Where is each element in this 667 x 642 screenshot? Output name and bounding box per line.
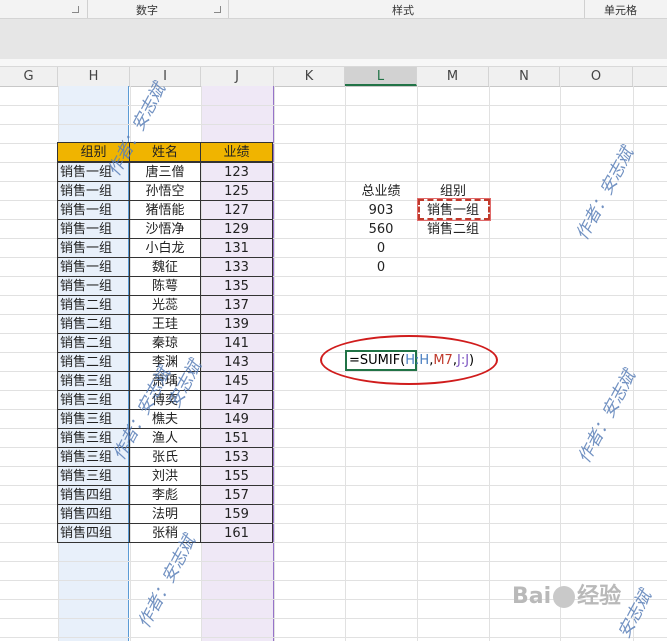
column-gridline bbox=[560, 86, 561, 641]
cell-score[interactable]: 141 bbox=[200, 333, 273, 353]
column-header-i[interactable]: I bbox=[130, 67, 201, 86]
jingyan-logo-text: 经验 bbox=[577, 584, 622, 609]
cell-name[interactable]: 沙悟净 bbox=[129, 219, 201, 239]
row-gridline bbox=[0, 105, 667, 106]
cell-score[interactable]: 129 bbox=[200, 219, 273, 239]
cell-group[interactable]: 销售二组 bbox=[57, 314, 130, 334]
ribbon-separator bbox=[228, 0, 229, 18]
total-value[interactable]: 0 bbox=[345, 239, 417, 258]
column-gridline bbox=[274, 86, 275, 641]
cell-group[interactable]: 销售二组 bbox=[57, 295, 130, 315]
cell-score[interactable]: 155 bbox=[200, 466, 273, 486]
cell-group[interactable]: 销售三组 bbox=[57, 371, 130, 391]
ribbon-separator bbox=[584, 0, 585, 18]
baidu-logo-text: Bai bbox=[512, 584, 552, 609]
table-header-score[interactable]: 业绩 bbox=[200, 142, 273, 162]
column-header-k[interactable]: K bbox=[274, 67, 345, 86]
number-dialog-launcher-icon[interactable] bbox=[214, 6, 221, 13]
cell-group[interactable]: 销售一组 bbox=[57, 238, 130, 258]
cell-group[interactable]: 销售一组 bbox=[57, 257, 130, 277]
paw-icon bbox=[553, 586, 576, 608]
cell-group[interactable]: 销售二组 bbox=[57, 333, 130, 353]
row-gridline bbox=[0, 561, 667, 562]
group-value[interactable]: 销售二组 bbox=[417, 220, 489, 239]
cell-score[interactable]: 149 bbox=[200, 409, 273, 429]
cell-name[interactable]: 魏征 bbox=[129, 257, 201, 277]
cell-name[interactable]: 孙悟空 bbox=[129, 181, 201, 201]
row-gridline bbox=[0, 637, 667, 638]
cell-name[interactable]: 唐三僧 bbox=[129, 162, 201, 182]
cell-name[interactable]: 小白龙 bbox=[129, 238, 201, 258]
cell-name[interactable]: 刘洪 bbox=[129, 466, 201, 486]
ribbon-group-cell: 单元格 bbox=[604, 4, 637, 17]
cell-name[interactable]: 猪悟能 bbox=[129, 200, 201, 220]
cell-score[interactable]: 159 bbox=[200, 504, 273, 524]
cell-group[interactable]: 销售一组 bbox=[57, 219, 130, 239]
cell-group[interactable]: 销售四组 bbox=[57, 485, 130, 505]
formula-bar-edge bbox=[0, 59, 667, 67]
cell-name[interactable]: 王珪 bbox=[129, 314, 201, 334]
cell-group[interactable]: 销售一组 bbox=[57, 276, 130, 296]
cell-score[interactable]: 125 bbox=[200, 181, 273, 201]
total-value[interactable]: 903 bbox=[345, 201, 417, 220]
column-header-m[interactable]: M bbox=[417, 67, 489, 86]
cell-score[interactable]: 139 bbox=[200, 314, 273, 334]
column-header-j[interactable]: J bbox=[201, 67, 274, 86]
total-score-label[interactable]: 总业绩 bbox=[345, 182, 417, 201]
ribbon-gap bbox=[0, 19, 667, 59]
cell-group[interactable]: 销售四组 bbox=[57, 523, 130, 543]
column-headers: G H I J K L M N O bbox=[0, 67, 667, 87]
cell-score[interactable]: 131 bbox=[200, 238, 273, 258]
ribbon-group-style: 样式 bbox=[392, 4, 414, 17]
ribbon-separator bbox=[87, 0, 88, 18]
red-annotation-oval bbox=[320, 335, 498, 385]
cell-score[interactable]: 157 bbox=[200, 485, 273, 505]
referenced-cell-m7-highlight bbox=[417, 198, 491, 221]
cell-score[interactable]: 133 bbox=[200, 257, 273, 277]
cell-group[interactable]: 销售一组 bbox=[57, 200, 130, 220]
total-value[interactable]: 0 bbox=[345, 258, 417, 277]
cell-name[interactable]: 张氏 bbox=[129, 447, 201, 467]
cell-score[interactable]: 153 bbox=[200, 447, 273, 467]
cell-score[interactable]: 137 bbox=[200, 295, 273, 315]
cell-group[interactable]: 销售二组 bbox=[57, 352, 130, 372]
cell-name[interactable]: 李彪 bbox=[129, 485, 201, 505]
cell-name[interactable]: 光蕊 bbox=[129, 295, 201, 315]
column-header-o[interactable]: O bbox=[560, 67, 633, 86]
cell-score[interactable]: 151 bbox=[200, 428, 273, 448]
column-header-n[interactable]: N bbox=[489, 67, 560, 86]
cell-score[interactable]: 143 bbox=[200, 352, 273, 372]
cell-score[interactable]: 145 bbox=[200, 371, 273, 391]
cell-name[interactable]: 陈萼 bbox=[129, 276, 201, 296]
column-header-g[interactable]: G bbox=[0, 67, 58, 86]
baidu-jingyan-logo: Bai 经验 bbox=[512, 578, 621, 610]
cell-name[interactable]: 秦琼 bbox=[129, 333, 201, 353]
total-value[interactable]: 560 bbox=[345, 220, 417, 239]
row-gridline bbox=[0, 124, 667, 125]
cell-score[interactable]: 147 bbox=[200, 390, 273, 410]
column-gridline bbox=[633, 86, 634, 641]
cell-score[interactable]: 127 bbox=[200, 200, 273, 220]
cell-score[interactable]: 135 bbox=[200, 276, 273, 296]
cell-group[interactable]: 销售一组 bbox=[57, 181, 130, 201]
column-header-p[interactable] bbox=[633, 67, 667, 86]
dialog-launcher-icon[interactable] bbox=[72, 6, 79, 13]
cell-group[interactable]: 销售三组 bbox=[57, 390, 130, 410]
cell-name[interactable]: 法明 bbox=[129, 504, 201, 524]
ribbon-group-number: 数字 bbox=[136, 4, 158, 17]
cell-group[interactable]: 销售四组 bbox=[57, 504, 130, 524]
column-header-h[interactable]: H bbox=[58, 67, 130, 86]
ribbon-group-labels: 数字 样式 单元格 bbox=[0, 0, 667, 19]
column-header-l[interactable]: L bbox=[345, 67, 417, 86]
cell-group[interactable]: 销售三组 bbox=[57, 466, 130, 486]
cell-score[interactable]: 161 bbox=[200, 523, 273, 543]
cell-score[interactable]: 123 bbox=[200, 162, 273, 182]
row-gridline bbox=[0, 618, 667, 619]
